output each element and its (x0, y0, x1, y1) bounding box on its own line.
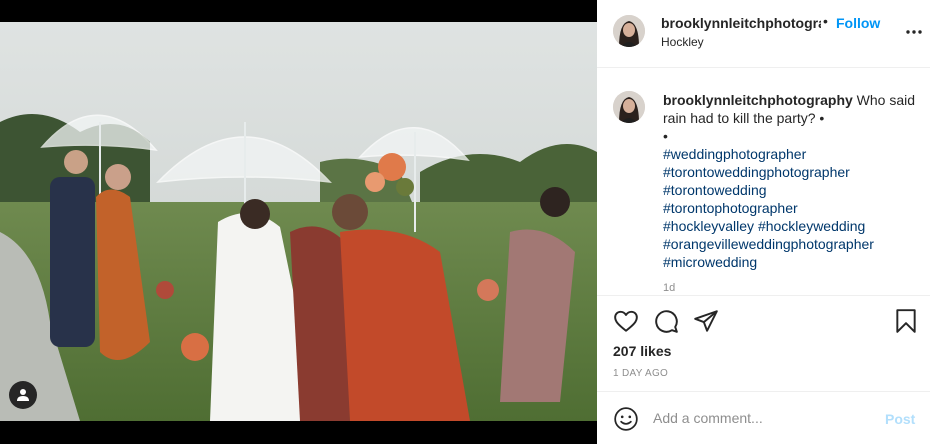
comment-input[interactable] (653, 406, 873, 430)
post-actions: 207 likes 1 DAY AGO (597, 295, 930, 391)
user-tag-button[interactable] (9, 381, 37, 409)
hashtag-link[interactable]: #weddingphotographer (663, 145, 919, 163)
hashtag-link[interactable]: #torontowedding (663, 181, 919, 199)
hashtag-link[interactable]: #microwedding (663, 253, 919, 271)
paper-plane-icon (694, 310, 718, 332)
user-tag-icon (17, 389, 29, 401)
like-count[interactable]: 207 likes (613, 343, 671, 359)
post-caption: brooklynnleitchphotography Who said rain… (663, 91, 919, 271)
like-button[interactable] (613, 308, 639, 334)
hashtag-link[interactable]: #torontoweddingphotographer (663, 163, 919, 181)
post-timestamp[interactable]: 1 DAY AGO (613, 368, 668, 379)
caption-timestamp: 1d (663, 282, 676, 294)
save-button[interactable] (893, 308, 919, 334)
emoji-icon (614, 407, 638, 431)
wedding-party-photo (0, 22, 597, 421)
bookmark-icon (896, 309, 916, 333)
hashtag-link[interactable]: #orangevilleweddingphotographer (663, 235, 919, 253)
post-author-username[interactable]: brooklynnleitchphotography (661, 15, 821, 31)
avatar-image (613, 91, 645, 123)
avatar-image (613, 15, 645, 47)
separator-dot: • (823, 13, 828, 29)
more-options-icon (906, 30, 922, 34)
share-button[interactable] (693, 308, 719, 334)
post-location[interactable]: Hockley (661, 35, 704, 49)
post-header: brooklynnleitchphotography • Follow Hock… (597, 0, 930, 68)
post-photo[interactable] (0, 22, 597, 421)
hashtag-link[interactable]: #torontophotographer (663, 199, 919, 217)
hashtag-link[interactable]: #hockleyvalley #hockleywedding (663, 217, 919, 235)
caption-avatar[interactable] (613, 91, 645, 123)
avatar[interactable] (613, 15, 645, 47)
emoji-button[interactable] (613, 406, 639, 432)
caption-area: brooklynnleitchphotography Who said rain… (597, 69, 930, 295)
comment-bubble-icon (655, 310, 678, 333)
caption-username[interactable]: brooklynnleitchphotography (663, 92, 853, 108)
more-options-button[interactable] (902, 22, 926, 42)
comment-button[interactable] (653, 308, 679, 334)
comment-bar: Post (597, 391, 930, 444)
heart-icon (614, 310, 638, 332)
post-media-pane (0, 0, 597, 444)
post-comment-button[interactable]: Post (885, 411, 915, 427)
post-sidebar: brooklynnleitchphotography • Follow Hock… (597, 0, 930, 444)
caption-dot: • (663, 128, 668, 144)
follow-button[interactable]: Follow (836, 15, 880, 31)
